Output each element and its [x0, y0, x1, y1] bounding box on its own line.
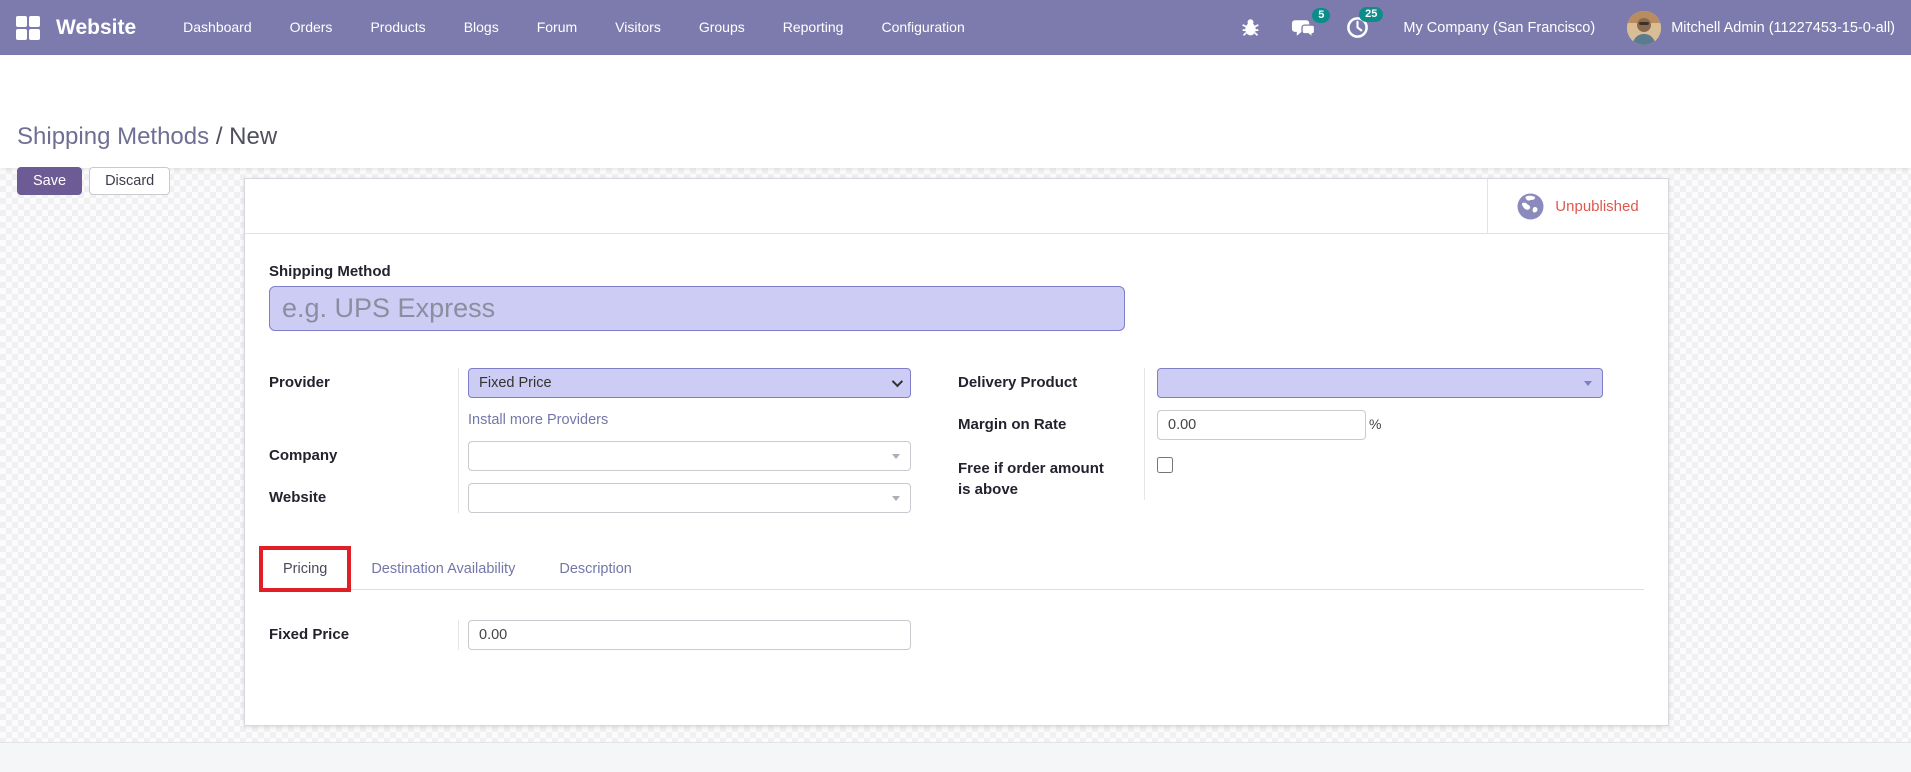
menu-blogs[interactable]: Blogs [445, 0, 518, 55]
margin-on-rate-label: Margin on Rate [958, 410, 1144, 452]
globe-icon [1517, 193, 1544, 220]
menu-products[interactable]: Products [351, 0, 444, 55]
tab-pricing[interactable]: Pricing [261, 548, 349, 590]
left-field-group: Provider Fixed Price Install more Provid… [269, 368, 910, 513]
top-navbar: Website Dashboard Orders Products Blogs … [0, 0, 1911, 55]
save-button[interactable]: Save [17, 167, 82, 195]
form-columns: Provider Fixed Price Install more Provid… [269, 368, 1644, 513]
website-select[interactable] [468, 483, 911, 513]
chevron-down-icon [892, 376, 903, 387]
user-menu[interactable]: Mitchell Admin (11227453-15-0-all) [1627, 11, 1895, 45]
control-panel: Shipping Methods / New Save Discard [0, 55, 1911, 168]
navbar-systray: 5 25 My Company (San Francisco) Mitchell… [1210, 11, 1895, 45]
menu-dashboard[interactable]: Dashboard [164, 0, 271, 55]
shipping-method-name-input[interactable] [269, 286, 1125, 331]
caret-down-icon [1584, 381, 1592, 386]
caret-down-icon [892, 454, 900, 459]
menu-visitors[interactable]: Visitors [596, 0, 680, 55]
publish-toggle-button[interactable]: Unpublished [1487, 179, 1668, 233]
main-menu: Dashboard Orders Products Blogs Forum Vi… [164, 0, 984, 55]
right-field-group: Delivery Product Margin on Rate % Free i… [958, 368, 1603, 500]
provider-label: Provider [269, 368, 458, 410]
shipping-method-form: Unpublished Shipping Method Provider Fix… [244, 178, 1669, 726]
breadcrumb-separator: / [216, 123, 223, 150]
tab-description[interactable]: Description [537, 548, 654, 590]
messages-icon[interactable]: 5 [1291, 17, 1316, 39]
pricing-tab-pane: Fixed Price [269, 620, 1644, 650]
breadcrumb-current: New [229, 123, 277, 150]
shipping-method-label: Shipping Method [269, 263, 1644, 280]
percent-suffix: % [1369, 416, 1381, 432]
app-title[interactable]: Website [56, 16, 136, 40]
menu-groups[interactable]: Groups [680, 0, 764, 55]
apps-menu-icon[interactable] [16, 16, 40, 40]
notebook-tabs: Pricing Destination Availability Descrip… [261, 548, 1644, 590]
form-statusbar: Unpublished [245, 179, 1668, 234]
user-avatar [1627, 11, 1661, 45]
provider-selected-value: Fixed Price [479, 375, 552, 391]
debug-bug-icon[interactable] [1240, 17, 1261, 38]
delivery-product-select[interactable] [1157, 368, 1603, 398]
messages-count-badge: 5 [1312, 8, 1330, 23]
menu-reporting[interactable]: Reporting [764, 0, 863, 55]
website-label: Website [269, 483, 458, 513]
margin-on-rate-input[interactable] [1157, 410, 1366, 440]
menu-orders[interactable]: Orders [271, 0, 352, 55]
discard-button[interactable]: Discard [89, 167, 170, 195]
company-switcher[interactable]: My Company (San Francisco) [1403, 20, 1595, 36]
user-name: Mitchell Admin (11227453-15-0-all) [1671, 20, 1895, 36]
breadcrumb: Shipping Methods / New [17, 123, 277, 151]
free-if-order-amount-checkbox[interactable] [1157, 457, 1173, 473]
company-label: Company [269, 441, 458, 483]
activities-clock-icon[interactable]: 25 [1346, 16, 1369, 39]
company-select[interactable] [468, 441, 911, 471]
page-footer-strip [0, 742, 1911, 772]
provider-select[interactable]: Fixed Price [468, 368, 911, 398]
tab-destination-availability[interactable]: Destination Availability [349, 548, 537, 590]
delivery-product-label: Delivery Product [958, 368, 1144, 410]
install-more-providers-link[interactable]: Install more Providers [468, 410, 608, 428]
menu-configuration[interactable]: Configuration [862, 0, 983, 55]
activities-count-badge: 25 [1359, 7, 1383, 22]
breadcrumb-parent[interactable]: Shipping Methods [17, 123, 209, 150]
menu-forum[interactable]: Forum [518, 0, 596, 55]
caret-down-icon [892, 496, 900, 501]
free-if-order-amount-label: Free if order amount is above [958, 452, 1144, 500]
fixed-price-label: Fixed Price [269, 620, 458, 650]
fixed-price-input[interactable] [468, 620, 911, 650]
form-sheet: Shipping Method Provider Fixed Price Ins… [245, 263, 1668, 650]
action-buttons: Save Discard [17, 167, 170, 195]
fixed-price-group: Fixed Price [269, 620, 910, 650]
publish-state-label: Unpublished [1555, 198, 1638, 215]
